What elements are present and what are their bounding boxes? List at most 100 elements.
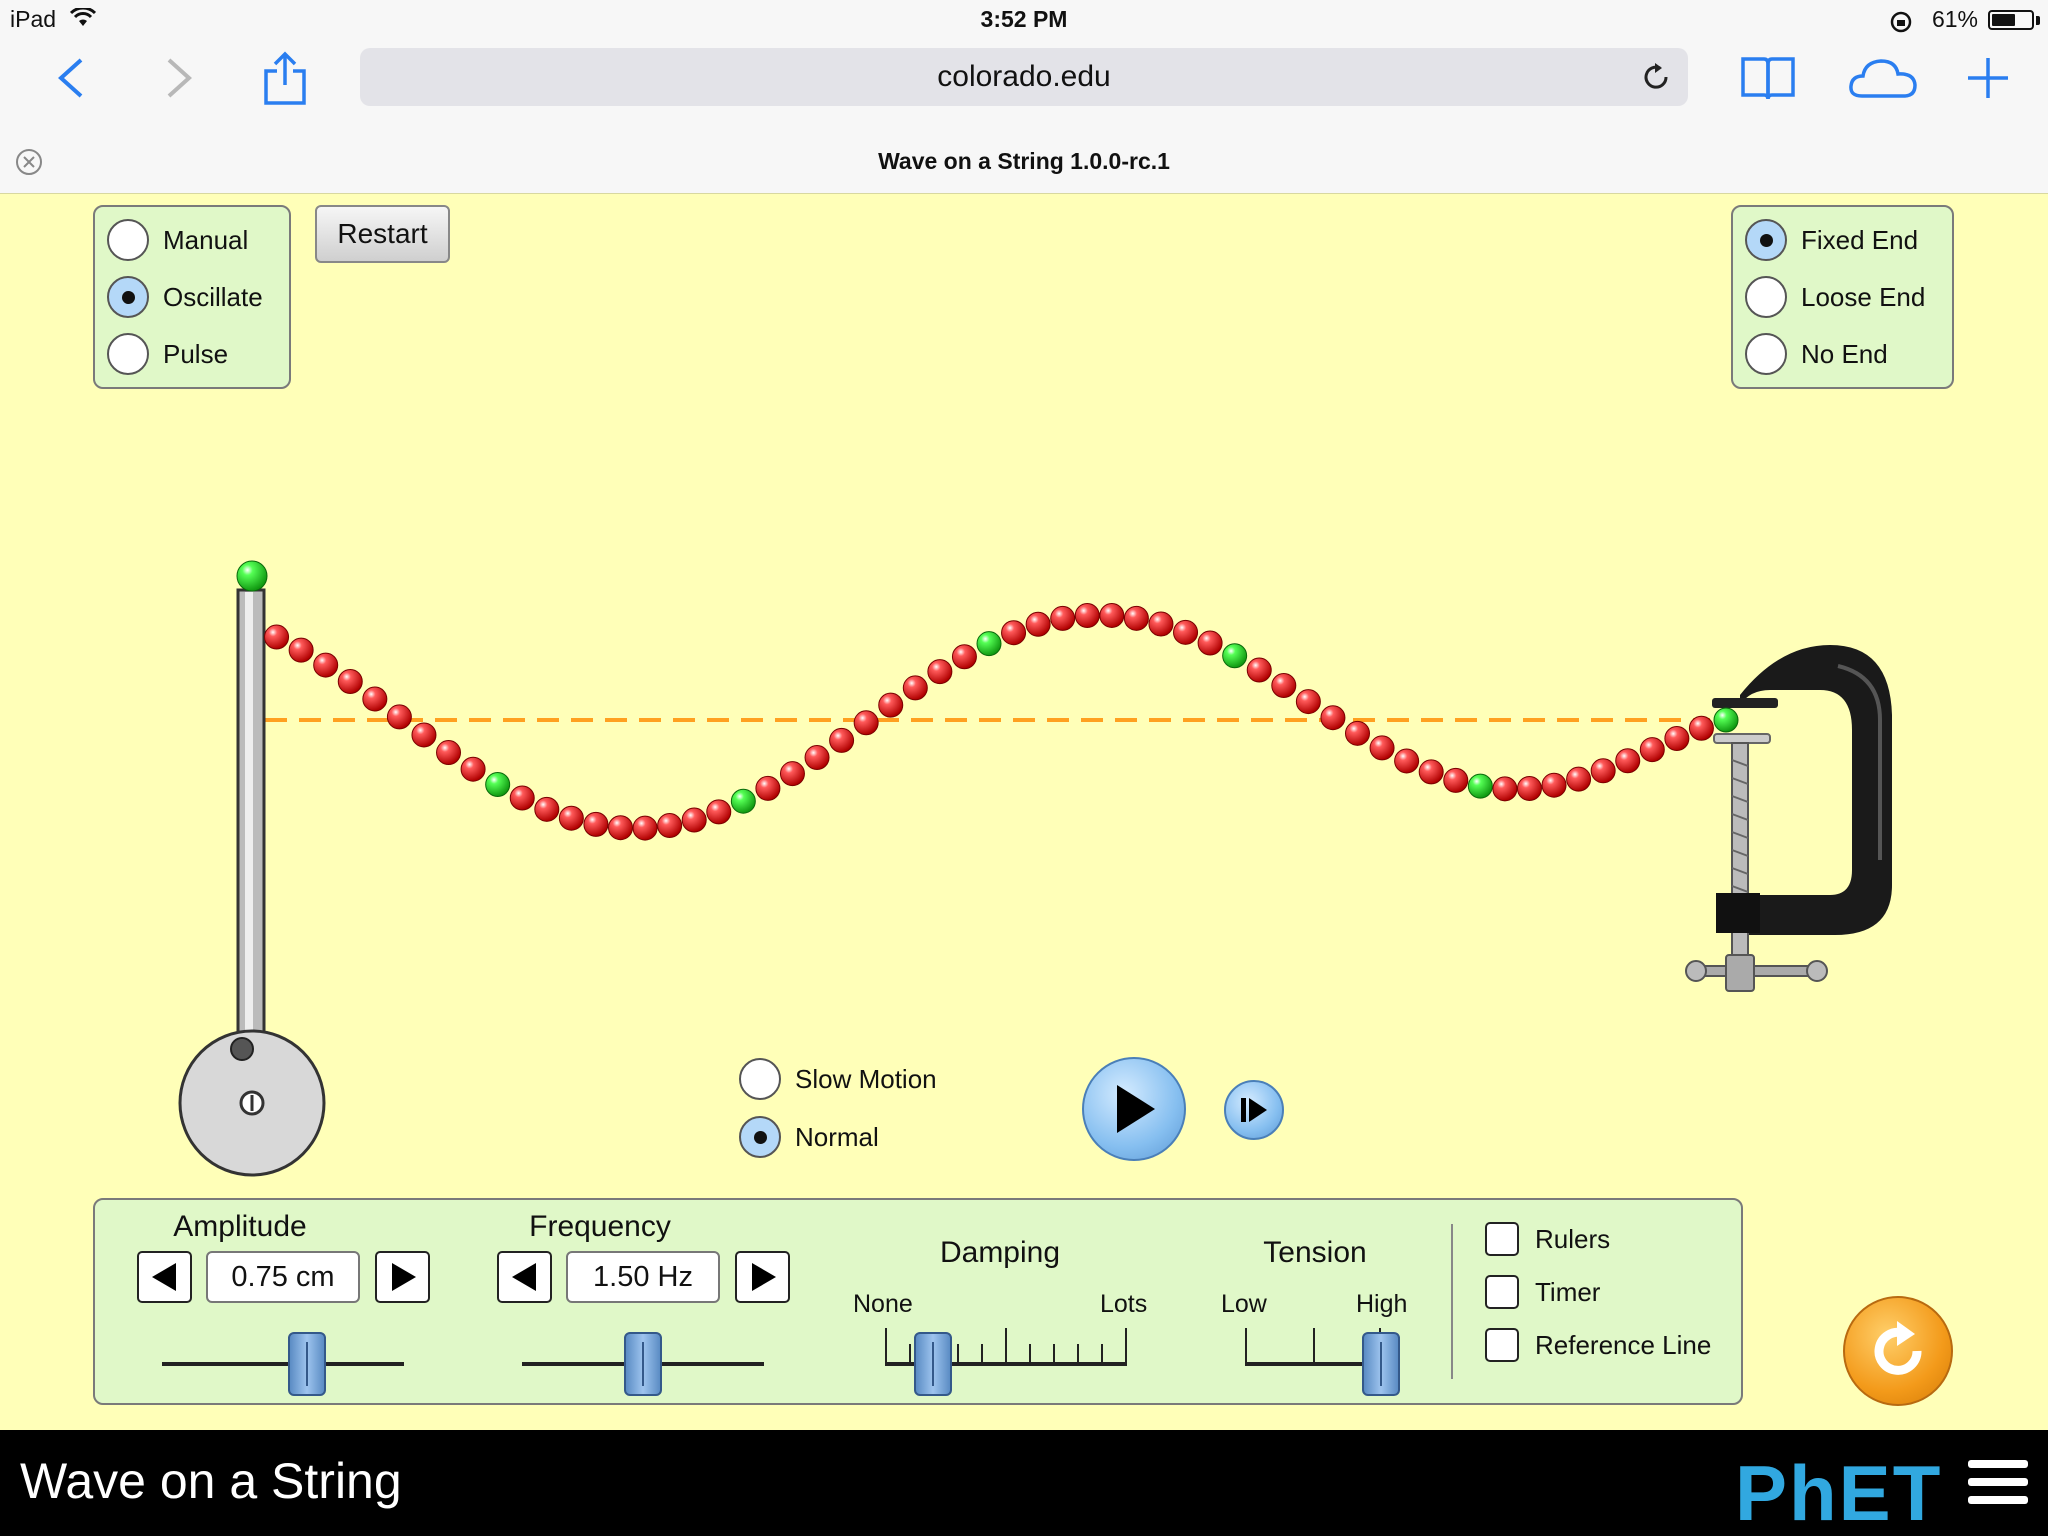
frequency-value: 1.50 Hz xyxy=(566,1251,720,1303)
bead xyxy=(706,799,732,825)
oscillator-wheel[interactable] xyxy=(178,1029,326,1177)
restart-button[interactable]: Restart xyxy=(315,205,450,263)
menu-bar xyxy=(1968,1478,2028,1486)
bead xyxy=(1590,758,1616,784)
damping-tick xyxy=(1077,1344,1079,1364)
bead-marker xyxy=(1467,773,1493,799)
radio-manual[interactable]: Manual xyxy=(107,219,248,261)
step-button[interactable] xyxy=(1224,1080,1284,1140)
menu-button[interactable] xyxy=(1968,1460,2028,1514)
bead xyxy=(853,710,879,736)
reset-all-button[interactable] xyxy=(1843,1296,1953,1406)
checkbox[interactable] xyxy=(1485,1222,1519,1256)
bead xyxy=(1050,605,1076,631)
triangle-left-icon xyxy=(511,1263,536,1291)
bead xyxy=(1025,611,1051,637)
bead xyxy=(558,805,584,831)
radio-button[interactable] xyxy=(107,276,149,318)
menu-bar xyxy=(1968,1460,2028,1468)
check-reference-line[interactable]: Reference Line xyxy=(1485,1328,1711,1362)
bead xyxy=(1345,720,1370,746)
bead xyxy=(1001,620,1027,646)
amplitude-increase-button[interactable] xyxy=(375,1251,430,1303)
bead-marker xyxy=(485,771,511,797)
bead xyxy=(1123,605,1149,631)
tension-title: Tension xyxy=(1263,1236,1367,1269)
radio-label: Oscillate xyxy=(163,281,263,312)
radio-button[interactable] xyxy=(739,1058,781,1100)
bead-marker xyxy=(730,788,756,814)
reset-icon xyxy=(1874,1321,1922,1375)
frequency-title: Frequency xyxy=(529,1210,671,1243)
radio-loose-end[interactable]: Loose End xyxy=(1745,276,1925,318)
radio-button[interactable] xyxy=(739,1116,781,1158)
amplitude-slider-track[interactable] xyxy=(162,1362,404,1366)
radio-no-end[interactable]: No End xyxy=(1745,333,1888,375)
panel-divider xyxy=(1451,1224,1453,1379)
amplitude-decrease-button[interactable] xyxy=(137,1251,192,1303)
bead xyxy=(509,785,535,811)
bead xyxy=(1615,748,1641,774)
mode-panel: Manual Oscillate Pulse xyxy=(93,205,291,389)
damping-tick xyxy=(885,1328,887,1364)
radio-button[interactable] xyxy=(107,333,149,375)
damping-tick xyxy=(1101,1344,1103,1364)
phet-logo[interactable]: PhET xyxy=(1735,1448,1942,1536)
frequency-slider-thumb[interactable] xyxy=(624,1332,662,1396)
radio-label: Manual xyxy=(163,224,249,255)
frequency-increase-button[interactable] xyxy=(735,1251,790,1303)
radio-fixed-end[interactable]: Fixed End xyxy=(1745,219,1918,261)
bead xyxy=(1492,776,1518,802)
radio-button[interactable] xyxy=(107,219,149,261)
amplitude-title: Amplitude xyxy=(173,1210,307,1243)
tension-tick xyxy=(1313,1328,1315,1364)
bead xyxy=(608,815,633,841)
damping-slider-thumb[interactable] xyxy=(914,1332,953,1396)
control-panel: Amplitude 0.75 cm Frequency 1.50 Hz Damp… xyxy=(93,1198,1743,1405)
bead xyxy=(1099,602,1125,628)
bead xyxy=(386,704,412,730)
checkbox[interactable] xyxy=(1485,1328,1519,1362)
bead xyxy=(1443,767,1469,793)
sim-title: Wave on a String xyxy=(20,1453,402,1509)
tension-slider-thumb[interactable] xyxy=(1362,1332,1400,1396)
bead xyxy=(902,675,928,701)
bead xyxy=(1566,766,1592,792)
check-label: Reference Line xyxy=(1535,1329,1712,1360)
bead xyxy=(804,745,830,771)
bead xyxy=(534,796,560,822)
damping-tick xyxy=(1125,1328,1127,1364)
radio-normal[interactable]: Normal xyxy=(739,1116,879,1158)
amplitude-value: 0.75 cm xyxy=(206,1251,360,1303)
bead xyxy=(632,815,658,841)
play-button[interactable] xyxy=(1082,1057,1186,1161)
check-timer[interactable]: Timer xyxy=(1485,1275,1600,1309)
triangle-left-icon xyxy=(151,1263,176,1291)
damping-max-label: Lots xyxy=(1100,1290,1148,1318)
checkbox[interactable] xyxy=(1485,1275,1519,1309)
navigation-bar: Wave on a String PhET xyxy=(0,1430,2048,1536)
damping-tick xyxy=(957,1344,959,1364)
bead xyxy=(1148,611,1174,637)
radio-button[interactable] xyxy=(1745,333,1787,375)
radio-pulse[interactable]: Pulse xyxy=(107,333,228,375)
bead xyxy=(951,644,977,670)
bead xyxy=(1688,715,1714,741)
radio-slow-motion[interactable]: Slow Motion xyxy=(739,1058,937,1100)
bead xyxy=(657,812,683,838)
radio-button[interactable] xyxy=(1745,219,1787,261)
bead-marker xyxy=(236,560,268,592)
bead xyxy=(1394,748,1420,774)
amplitude-slider-thumb[interactable] xyxy=(288,1332,327,1396)
radio-button[interactable] xyxy=(1745,276,1787,318)
tension-max-label: High xyxy=(1356,1290,1408,1318)
radio-label: Loose End xyxy=(1801,281,1926,312)
menu-bar xyxy=(1968,1496,2028,1504)
frequency-decrease-button[interactable] xyxy=(497,1251,552,1303)
radio-label: No End xyxy=(1801,338,1888,369)
radio-oscillate[interactable]: Oscillate xyxy=(107,276,263,318)
step-forward-icon xyxy=(1241,1098,1267,1122)
check-rulers[interactable]: Rulers xyxy=(1485,1222,1610,1256)
bead xyxy=(755,775,781,801)
damping-tick xyxy=(909,1344,911,1364)
